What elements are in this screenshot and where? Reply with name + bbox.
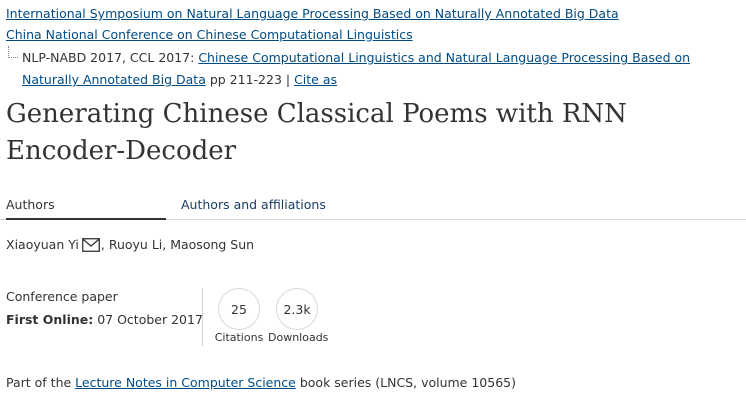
citations-count: 25 — [218, 288, 260, 330]
breadcrumb-conference: China National Conference on Chinese Com… — [6, 26, 413, 44]
downloads-metric[interactable]: 2.3k Downloads — [268, 288, 329, 345]
metrics-divider — [202, 288, 203, 346]
tab-authors[interactable]: Authors — [6, 189, 166, 220]
citations-metric[interactable]: 25 Citations — [210, 288, 268, 345]
book-series-prefix: NLP-NABD 2017, CCL 2017: — [22, 50, 199, 65]
tree-connector — [8, 46, 18, 58]
author-names-rest: , Ruoyu Li, Maosong Sun — [100, 237, 255, 252]
conference-link[interactable]: China National Conference on Chinese Com… — [6, 27, 413, 42]
part-of-suffix: book series (LNCS, volume 10565) — [295, 375, 516, 390]
tab-authors-and-affiliations[interactable]: Authors and affiliations — [181, 189, 326, 220]
book-pages: pp 211-223 | — [205, 72, 295, 87]
page-title: Generating Chinese Classical Poems with … — [6, 99, 627, 166]
part-of-prefix: Part of the — [6, 375, 76, 390]
mail-icon[interactable] — [81, 238, 100, 252]
downloads-count: 2.3k — [276, 288, 318, 330]
lncs-series-link[interactable]: Lecture Notes in Computer Science — [75, 375, 296, 390]
tab-bar: Authors Authors and affiliations — [0, 189, 746, 220]
cite-as-link[interactable]: Cite as — [294, 72, 337, 87]
breadcrumb-book: NLP-NABD 2017, CCL 2017: Chinese Computa… — [22, 47, 734, 91]
downloads-label: Downloads — [268, 331, 329, 344]
symposium-link[interactable]: International Symposium on Natural Langu… — [6, 6, 619, 21]
part-of-series: Part of the Lecture Notes in Computer Sc… — [6, 374, 516, 392]
author-list: Xiaoyuan Yi , Ruoyu Li, Maosong Sun — [6, 236, 254, 254]
content-type: Conference paper — [6, 289, 118, 304]
first-online-label: First Online: — [6, 312, 94, 327]
breadcrumb-symposium: International Symposium on Natural Langu… — [6, 5, 619, 23]
first-online-date: 07 October 2017 — [93, 312, 203, 327]
author-name-first[interactable]: Xiaoyuan Yi — [6, 236, 79, 254]
citations-label: Citations — [214, 331, 264, 344]
first-online: First Online: 07 October 2017 — [6, 311, 203, 329]
